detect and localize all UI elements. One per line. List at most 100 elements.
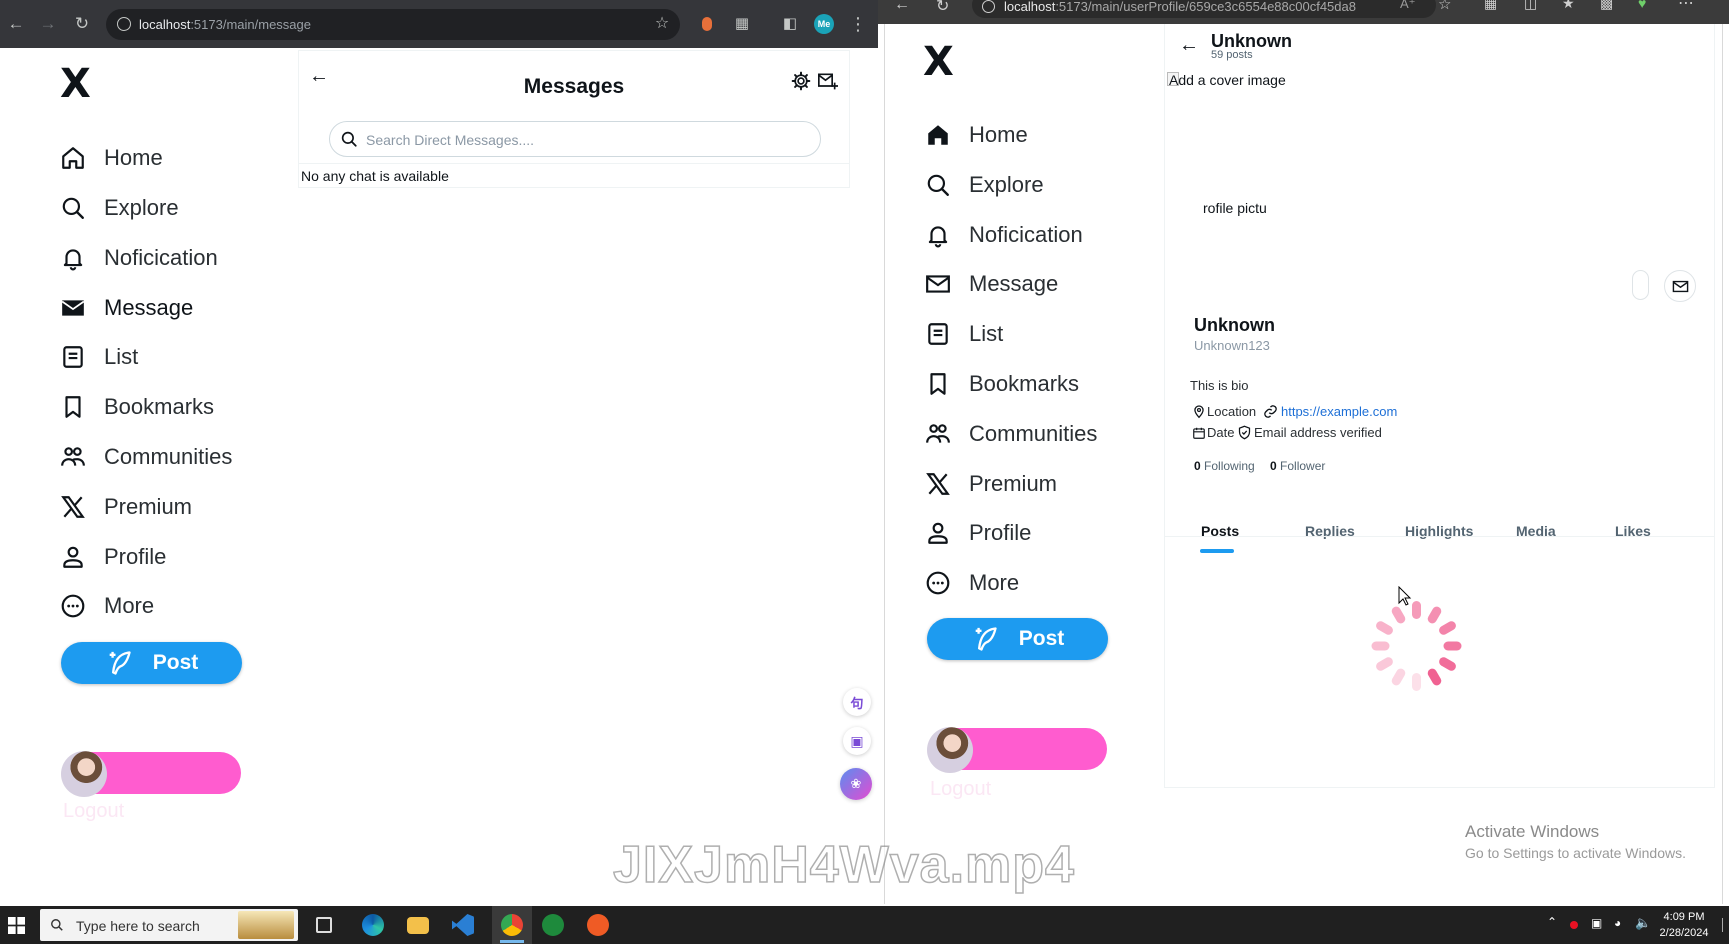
x-logo[interactable]: X <box>923 42 954 82</box>
reload-icon[interactable]: ↻ <box>936 0 949 16</box>
sidebar-item-list[interactable]: List <box>60 337 138 377</box>
mongodb-compass-icon[interactable] <box>542 914 564 936</box>
taskbar-date[interactable]: 2/28/2024 <box>1654 927 1714 939</box>
star-icon[interactable]: ☆ <box>650 12 674 36</box>
wifi-icon[interactable]: ◕ <box>1614 916 1621 930</box>
profile-picture-alt[interactable]: rofile pictu <box>1203 200 1267 216</box>
search-placeholder: Search Direct Messages.... <box>366 132 535 148</box>
puzzle-icon[interactable]: ▦ <box>730 12 754 36</box>
sidebar-item-explore[interactable]: Explore <box>60 188 179 228</box>
show-desktop-button[interactable] <box>1722 918 1726 932</box>
spinner-petal <box>1437 619 1458 637</box>
back-arrow-icon[interactable]: ← <box>1179 34 1199 57</box>
sidebar-item-bookmarks[interactable]: Bookmarks <box>925 364 1079 404</box>
x-logo[interactable]: X <box>60 64 91 104</box>
meet-now-icon[interactable]: ▣ <box>1591 916 1602 930</box>
sidebar-item-bookmarks[interactable]: Bookmarks <box>60 387 214 427</box>
sidebar-item-communities[interactable]: Communities <box>60 437 232 477</box>
chrome-taskbar-active[interactable] <box>492 906 532 944</box>
search-icon <box>341 131 357 147</box>
spinner-petal <box>1425 667 1443 688</box>
extension-icon[interactable] <box>702 17 712 31</box>
logout-link[interactable]: Logout <box>63 800 124 823</box>
forward-icon[interactable]: → <box>36 12 60 36</box>
sidebar-item-premium[interactable]: Premium <box>60 487 192 527</box>
search-input[interactable]: Search Direct Messages.... <box>329 121 821 157</box>
divider <box>299 163 849 164</box>
sidebar-item-home[interactable]: Home <box>925 115 1028 155</box>
profile-avatar-badge[interactable]: Me <box>814 14 834 34</box>
site-info-icon[interactable] <box>117 17 131 31</box>
address-url: localhost:5173/main/message <box>139 17 311 32</box>
sidebar-item-profile[interactable]: Profile <box>60 537 166 577</box>
edge-icon[interactable] <box>362 914 384 936</box>
extension-icon[interactable]: ▦ <box>1484 0 1497 12</box>
browser-toolbar: ← → ↻ localhost:5173/main/message ☆ ▦ ◧ … <box>0 0 878 48</box>
back-icon[interactable]: ← <box>4 12 28 36</box>
activate-windows-title: Activate Windows <box>1465 822 1600 841</box>
sidebar-item-premium[interactable]: Premium <box>925 464 1057 504</box>
more-options-button[interactable] <box>1632 270 1649 300</box>
reload-icon[interactable]: ↻ <box>70 12 94 36</box>
menu-icon[interactable]: ⋮ <box>846 12 870 36</box>
taskbar-time[interactable]: 4:09 PM <box>1654 911 1714 923</box>
menu-icon[interactable]: ⋯ <box>1678 0 1694 13</box>
following-stat[interactable]: 0 Following <box>1194 459 1255 473</box>
postman-icon[interactable] <box>587 914 609 936</box>
address-bar[interactable]: localhost:5173/main/message ☆ <box>106 9 680 40</box>
read-aloud-icon[interactable]: A⁺ <box>1400 0 1416 12</box>
windows-start-icon[interactable] <box>8 917 25 934</box>
vscode-icon[interactable] <box>452 914 474 936</box>
chevron-up-icon[interactable]: ⌃ <box>1547 915 1557 929</box>
post-button[interactable]: Post <box>927 618 1108 660</box>
spinner-petal <box>1411 601 1421 619</box>
sidebar-item-profile[interactable]: Profile <box>925 513 1031 553</box>
taskbar-search-input[interactable]: Type here to search <box>40 909 298 941</box>
new-message-icon[interactable] <box>817 71 839 91</box>
active-app-indicator <box>500 940 524 943</box>
divider <box>1165 536 1714 537</box>
sidebar-item-notification[interactable]: Noficication <box>925 215 1083 255</box>
cover-image[interactable]: Add a cover image <box>1165 72 1714 260</box>
spinner-petal <box>1411 673 1421 691</box>
follower-stat[interactable]: 0 Follower <box>1270 459 1325 473</box>
translate-icon[interactable]: 句 <box>843 688 871 716</box>
address-bar[interactable]: localhost:5173/main/userProfile/659ce3c6… <box>972 0 1436 18</box>
bookmark-icon <box>65 396 81 418</box>
message-user-button[interactable] <box>1664 270 1696 302</box>
sidebar-toggle-icon[interactable]: ◧ <box>778 12 802 36</box>
search-icon <box>62 197 84 219</box>
file-explorer-icon[interactable] <box>407 917 429 934</box>
sidebar-item-more[interactable]: More <box>60 586 154 626</box>
logout-link[interactable]: Logout <box>930 778 991 801</box>
volume-icon[interactable]: 🔈 <box>1635 915 1651 931</box>
sidebar-item-message[interactable]: Message <box>60 288 193 328</box>
sidebar-item-explore[interactable]: Explore <box>925 165 1044 205</box>
avatar[interactable] <box>927 727 973 773</box>
sidebar-item-home[interactable]: Home <box>60 138 163 178</box>
sidebar-item-communities[interactable]: Communities <box>925 414 1097 454</box>
people-icon <box>926 424 950 443</box>
gear-icon[interactable] <box>791 71 811 91</box>
avatar[interactable] <box>61 751 107 797</box>
site-info-icon[interactable] <box>982 0 995 13</box>
post-button-label: Post <box>152 651 199 674</box>
sidebar-item-list[interactable]: List <box>925 314 1003 354</box>
book-icon[interactable]: ▣ <box>843 727 871 755</box>
split-screen-icon[interactable]: ◫ <box>1524 0 1537 12</box>
sidebar-item-notification[interactable]: Noficication <box>60 238 218 278</box>
back-icon[interactable]: ← <box>894 0 910 14</box>
post-button[interactable]: Post <box>61 642 242 684</box>
profile-handle: Unknown123 <box>1194 338 1270 353</box>
profile-website-link[interactable]: https://example.com <box>1281 404 1397 419</box>
brain-icon[interactable]: ❀ <box>840 768 872 800</box>
recording-indicator-icon[interactable] <box>1570 921 1578 929</box>
star-icon[interactable]: ☆ <box>1438 0 1451 13</box>
sidebar-item-message[interactable]: Message <box>925 264 1058 304</box>
collections-icon[interactable]: ▩ <box>1600 0 1613 12</box>
browser-essentials-icon[interactable]: ♥ <box>1638 0 1646 11</box>
search-icon <box>51 919 63 931</box>
favorites-icon[interactable]: ★ <box>1562 0 1575 12</box>
sidebar-item-more[interactable]: More <box>925 563 1019 603</box>
task-view-icon[interactable] <box>316 917 332 933</box>
